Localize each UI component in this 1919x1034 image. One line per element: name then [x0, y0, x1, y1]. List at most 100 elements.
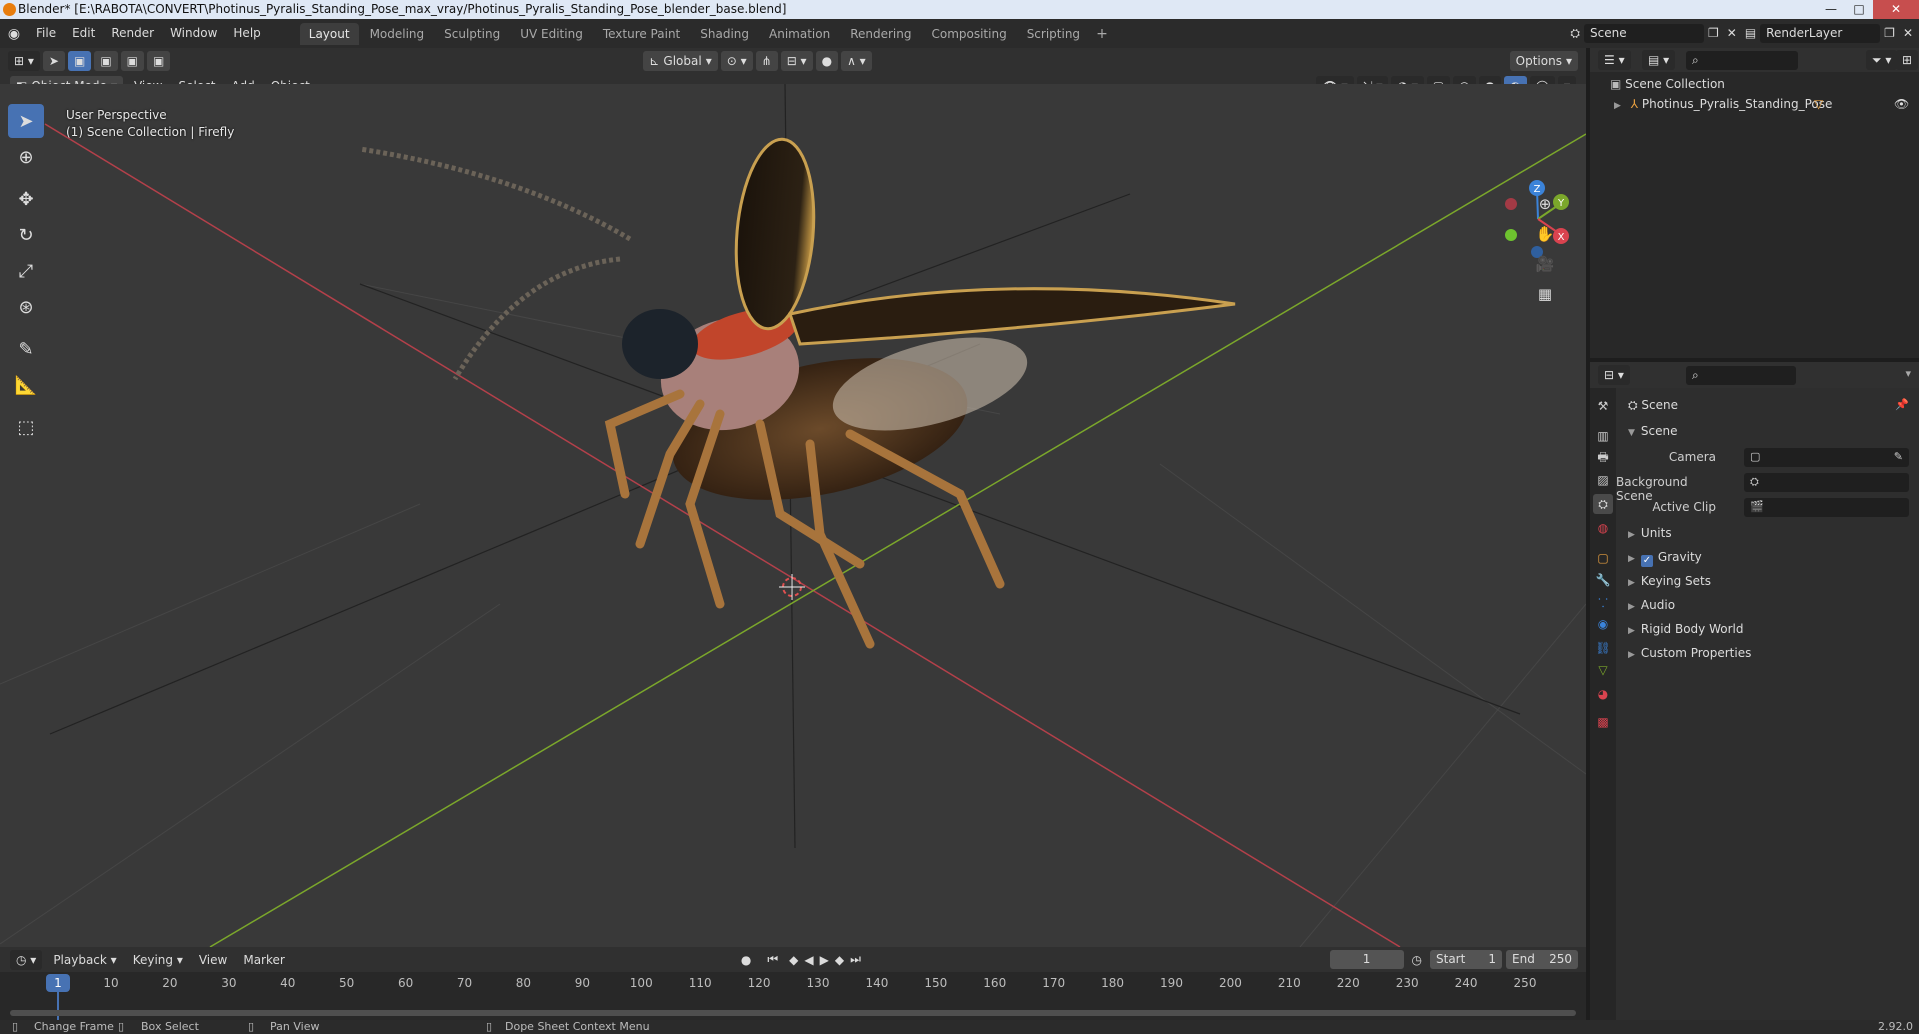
timeline-menu-keying[interactable]: Keying ▾ [125, 953, 191, 967]
transform-tool-icon[interactable]: ⊛ [8, 290, 44, 324]
display-mode-icon[interactable]: ▤ ▾ [1642, 50, 1676, 70]
rigid-body-world-panel[interactable]: ▶ Rigid Body World [1628, 622, 1743, 636]
playhead-frame-marker[interactable]: 1 [46, 974, 70, 992]
material-tab-icon[interactable]: ◕ [1593, 684, 1613, 704]
keying-sets-panel[interactable]: ▶ Keying Sets [1628, 574, 1711, 588]
object-tab-icon[interactable]: ▢ [1593, 548, 1613, 568]
tab-scripting[interactable]: Scripting [1018, 23, 1089, 45]
view-layer-field[interactable]: RenderLayer [1760, 24, 1881, 43]
data-tab-icon[interactable]: ▽ [1593, 660, 1613, 680]
falloff-icon[interactable]: ∧ ▾ [841, 50, 872, 71]
snap-icon[interactable]: ⋔ [755, 50, 778, 71]
visibility-eye-icon[interactable]: 👁 [1894, 94, 1909, 114]
scene-name-field[interactable]: Scene [1584, 24, 1704, 43]
units-panel[interactable]: ▶ Units [1628, 526, 1672, 540]
gravity-checkbox[interactable]: ✓ [1640, 555, 1653, 567]
cursor-tool-icon[interactable]: ⊕ [8, 140, 44, 174]
jump-end-icon[interactable]: ⏭ [847, 952, 864, 967]
proportional-edit-icon[interactable]: ● [815, 50, 839, 71]
texture-tab-icon[interactable]: ▩ [1593, 712, 1613, 732]
maximize-button[interactable]: □ [1845, 0, 1873, 19]
timeline-menu-marker[interactable]: Marker [235, 953, 292, 967]
timeline-menu-view[interactable]: View [191, 953, 235, 967]
transform-orientation-dropdown[interactable]: ⊾ Global ▾ [643, 50, 718, 71]
delete-scene-icon[interactable]: ✕ [1723, 19, 1741, 48]
background-scene-field[interactable]: ⛭ [1744, 473, 1909, 492]
new-collection-icon[interactable]: ⊞ [1896, 50, 1919, 70]
rotate-tool-icon[interactable]: ↻ [8, 218, 44, 252]
select-mode-extend-icon[interactable]: ▣ [94, 50, 118, 71]
measure-tool-icon[interactable]: 📐 [8, 368, 44, 402]
zoom-icon[interactable]: ⊕ [1532, 191, 1558, 217]
menu-file[interactable]: File [28, 19, 64, 48]
world-tab-icon[interactable]: ◍ [1593, 518, 1613, 538]
select-tool-icon[interactable]: ➤ [42, 50, 65, 71]
3d-cursor-icon[interactable] [779, 574, 805, 600]
outliner-filter-icon[interactable]: ⏷ ▾ [1866, 50, 1898, 70]
add-workspace-icon[interactable]: + [1090, 26, 1114, 42]
camera-field[interactable]: ▢ ✎ [1744, 448, 1909, 467]
firefly-model[interactable] [359, 136, 1236, 649]
blender-menu-icon[interactable]: ◉ [0, 19, 28, 48]
active-clip-field[interactable]: 🎬 [1744, 498, 1909, 517]
timeline-area[interactable]: 10 20 30 40 50 60 70 80 90 100 110 120 130 140 150 160 1… [0, 972, 1586, 1020]
gizmo-neg-y-icon[interactable] [1505, 229, 1517, 241]
audio-panel[interactable]: ▶ Audio [1628, 598, 1675, 612]
tab-modeling[interactable]: Modeling [361, 23, 434, 45]
tab-rendering[interactable]: Rendering [841, 23, 920, 45]
tab-animation[interactable]: Animation [760, 23, 839, 45]
timeline-menu-playback[interactable]: Playback ▾ [45, 953, 124, 967]
select-mode-intersect-icon[interactable]: ▣ [147, 50, 171, 71]
select-box-tool-icon[interactable]: ➤ [8, 104, 44, 138]
scene-selector-icon[interactable]: ⛭ [1566, 19, 1584, 48]
outliner-search-input[interactable]: ⌕ [1686, 51, 1798, 70]
view-layer-tab-icon[interactable]: ▨ [1593, 470, 1613, 490]
3d-viewport[interactable]: Z Y X User Perspective (1) Scene Collect… [0, 84, 1586, 947]
scene-panel-header[interactable]: ▼ Scene [1628, 424, 1678, 438]
gravity-panel[interactable]: ▶ ✓ Gravity [1628, 550, 1702, 567]
menu-window[interactable]: Window [162, 19, 225, 48]
constraints-tab-icon[interactable]: ⛓ [1593, 638, 1613, 658]
tab-sculpting[interactable]: Sculpting [435, 23, 509, 45]
options-dropdown[interactable]: Options ▾ [1509, 50, 1578, 71]
gizmo-neg-x-icon[interactable] [1505, 198, 1517, 210]
output-tab-icon[interactable]: 🖶 [1593, 448, 1613, 468]
pin-icon[interactable]: 📌 [1895, 398, 1909, 411]
select-mode-subtract-icon[interactable]: ▣ [120, 50, 144, 71]
outliner-scene-collection[interactable]: ▣ Scene Collection [1610, 74, 1725, 94]
minimize-button[interactable]: — [1817, 0, 1845, 19]
tab-layout[interactable]: Layout [299, 22, 359, 45]
timeline-editor-type-icon[interactable]: ◷ ▾ [10, 949, 43, 970]
move-tool-icon[interactable]: ✥ [8, 182, 44, 216]
start-frame-field[interactable]: Start 1 [1430, 950, 1502, 969]
timeline-scrollbar[interactable] [10, 1010, 1576, 1016]
close-window-button[interactable]: ✕ [1873, 0, 1919, 19]
modifiers-tab-icon[interactable]: 🔧 [1593, 570, 1613, 590]
scale-tool-icon[interactable]: ⤢ [8, 254, 44, 288]
scene-tab-icon[interactable]: ⛭ [1593, 494, 1613, 514]
menu-render[interactable]: Render [103, 19, 162, 48]
next-keyframe-icon[interactable]: ◆ [832, 953, 847, 967]
new-view-layer-icon[interactable]: ❐ [1880, 19, 1899, 48]
tab-compositing[interactable]: Compositing [922, 23, 1015, 45]
properties-search-input[interactable]: ⌕ [1686, 366, 1796, 385]
auto-keying-icon[interactable]: ● [733, 953, 759, 967]
particles-tab-icon[interactable]: ⸪ [1593, 592, 1613, 612]
tab-shading[interactable]: Shading [691, 23, 758, 45]
editor-type-icon[interactable]: ⊞ ▾ [8, 50, 40, 71]
current-frame-field[interactable]: 1 [1329, 950, 1404, 969]
jump-start-icon[interactable]: ⏮ [759, 952, 786, 967]
new-scene-icon[interactable]: ❐ [1704, 19, 1723, 48]
tab-uv-editing[interactable]: UV Editing [511, 23, 592, 45]
camera-view-icon[interactable]: 🎥 [1532, 251, 1558, 277]
prev-keyframe-icon[interactable]: ◆ [786, 953, 801, 967]
pivot-point-icon[interactable]: ⊙ ▾ [720, 50, 753, 71]
eyedropper-icon[interactable]: ✎ [1894, 450, 1903, 463]
properties-editor-type-icon[interactable]: ⊟ ▾ [1598, 365, 1630, 385]
end-frame-field[interactable]: End 250 [1506, 950, 1578, 969]
preview-range-icon[interactable]: ◷ [1404, 953, 1430, 967]
tool-tab-icon[interactable]: ⚒ [1593, 396, 1613, 416]
menu-edit[interactable]: Edit [64, 19, 103, 48]
custom-properties-panel[interactable]: ▶ Custom Properties [1628, 646, 1751, 660]
view-layer-icon[interactable]: ▤ [1741, 19, 1760, 48]
